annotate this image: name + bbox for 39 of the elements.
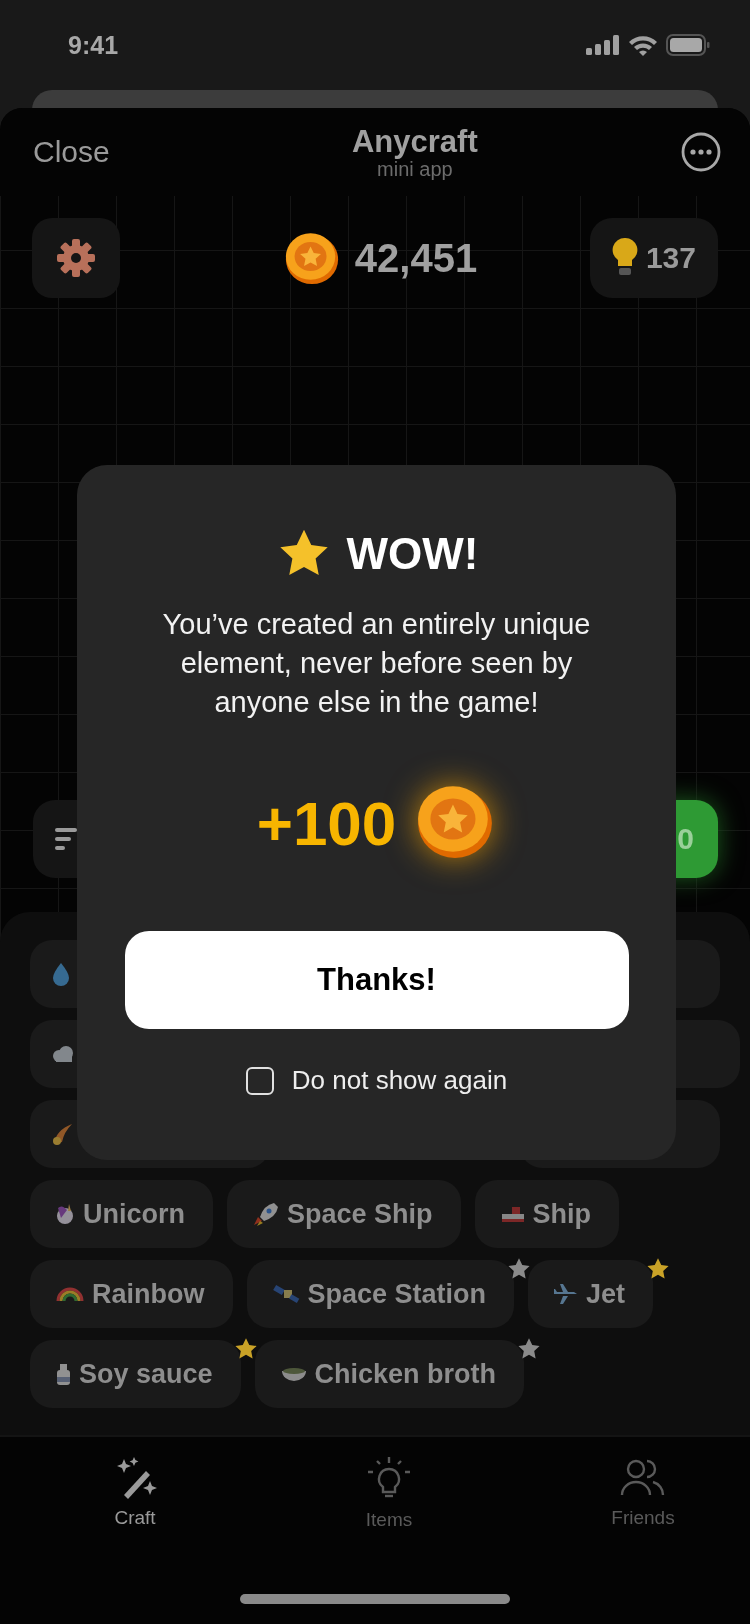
reward-amount: +100 [256, 787, 397, 859]
element-chip[interactable]: Chicken broth [254, 1340, 525, 1408]
rocket-icon [253, 1201, 279, 1227]
signal-icon [586, 35, 620, 55]
drop-icon [52, 961, 70, 987]
coin-balance: 42,451 [354, 235, 478, 281]
dialog-message: You’ve created an entirely unique element, never before seen by anyone else in the game! [161, 607, 592, 720]
satellite-icon [272, 1284, 300, 1304]
ship-icon [500, 1205, 525, 1223]
status-time: 9:41 [68, 30, 119, 60]
hints-button[interactable]: 137 [589, 218, 718, 298]
element-chip[interactable]: Soy sauce [30, 1340, 241, 1408]
element-chip[interactable]: Rainbow [30, 1260, 233, 1328]
rainbow-icon [56, 1286, 84, 1302]
thanks-button[interactable]: Thanks! [124, 931, 629, 1029]
wifi-icon [628, 34, 658, 56]
checkbox-label: Do not show again [291, 1065, 508, 1096]
bottle-icon [56, 1362, 71, 1386]
comet-icon [52, 1123, 73, 1145]
nav-tab[interactable]: Items [344, 1455, 434, 1531]
menu-icon [55, 826, 77, 852]
cloud-icon [52, 1045, 74, 1063]
element-chip[interactable]: Unicorn [30, 1180, 213, 1248]
element-chip[interactable]: Space Station [246, 1260, 515, 1328]
element-chip[interactable]: Jet [528, 1260, 654, 1328]
checkbox[interactable] [245, 1066, 274, 1095]
battery-icon [666, 34, 710, 56]
bowl-icon [280, 1366, 307, 1382]
gear-icon [55, 237, 97, 279]
more-icon[interactable] [680, 131, 722, 173]
plane-icon [554, 1283, 579, 1305]
nav-tab[interactable]: Friends [598, 1455, 688, 1531]
settings-button[interactable] [32, 218, 120, 298]
dialog-title: WOW! [346, 529, 479, 579]
element-chip[interactable]: Ship [474, 1180, 620, 1248]
close-button[interactable]: Close [33, 135, 110, 169]
nav-tab[interactable]: Craft [90, 1455, 180, 1531]
app-title: Anycraft [351, 123, 478, 160]
element-chip[interactable]: Space Ship [227, 1180, 461, 1248]
